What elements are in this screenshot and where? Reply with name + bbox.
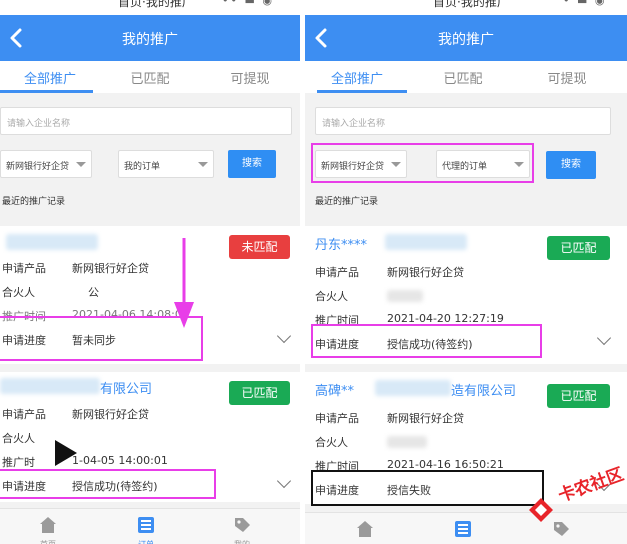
annotation-box — [311, 143, 534, 183]
status-dots: • ▬ ◉ — [563, 0, 607, 7]
row-label: 合火人 — [315, 290, 348, 303]
tab-matched[interactable]: 已匹配 — [413, 68, 513, 87]
company-name: 丹东**** — [315, 238, 368, 253]
row-value: 1-04-05 14:00:01 — [72, 454, 168, 467]
search-button[interactable]: 搜索 — [228, 150, 276, 178]
redacted-company-name — [0, 378, 100, 394]
chevron-down-icon — [76, 162, 86, 167]
tab-matched[interactable]: 已匹配 — [100, 68, 200, 87]
annotation-arrow-icon — [174, 238, 194, 328]
status-title: 首页·我的推广 — [433, 0, 509, 9]
active-tab-indicator — [317, 90, 407, 93]
chevron-down-icon[interactable] — [596, 330, 612, 346]
nav-label-home: 首页 — [40, 539, 56, 544]
tag-icon[interactable] — [232, 515, 252, 535]
orders-icon[interactable] — [136, 515, 156, 535]
company-search-input[interactable]: 请输入企业名称 — [0, 107, 292, 135]
nav-label-mine: 我的 — [234, 539, 250, 544]
home-icon[interactable] — [355, 519, 375, 539]
home-icon[interactable] — [38, 515, 58, 535]
tab-withdrawable[interactable]: 可提现 — [200, 68, 300, 87]
watermark-logo-icon — [529, 498, 553, 522]
recent-records-label: 最近的推广记录 — [315, 197, 379, 207]
bottom-nav: 首页 订单 我的 — [0, 508, 300, 544]
order-select[interactable]: 我的订单 — [118, 150, 214, 178]
status-badge: 未匹配 — [229, 235, 290, 259]
nav-label-orders: 订单 — [138, 539, 154, 544]
status-bar: 首页·我的推广 •• ▬ ◉ — [0, 0, 300, 15]
row-value: 新网银行好企贷 — [72, 262, 149, 275]
annotation-box — [311, 470, 544, 506]
row-label: 申请产品 — [2, 408, 46, 421]
company-name-suffix: 造有限公司 — [451, 384, 517, 399]
redacted-partner — [387, 436, 427, 448]
tab-all[interactable]: 全部推广 — [307, 68, 407, 87]
row-label: 申请产品 — [315, 412, 359, 425]
row-label: 推广时 — [2, 456, 35, 469]
orders-icon[interactable] — [453, 519, 473, 539]
status-title: 首页·我的推广 — [118, 0, 194, 9]
row-value: 新网银行好企贷 — [387, 266, 464, 279]
company-name: 高碑** — [315, 384, 355, 399]
status-bar: 首页·我的推广 • ▬ ◉ — [305, 0, 627, 15]
chevron-down-icon — [198, 162, 208, 167]
row-label: 合火人 — [315, 436, 348, 449]
row-label: 合火人 — [2, 286, 35, 299]
page-title: 我的推广 — [438, 32, 494, 48]
company-search-input[interactable]: 请输入企业名称 — [315, 107, 611, 135]
redacted-company-name — [385, 234, 467, 250]
row-value: 新网银行好企贷 — [387, 412, 464, 425]
search-button[interactable]: 搜索 — [546, 151, 596, 179]
active-tab-indicator — [0, 90, 93, 93]
row-label: 申请产品 — [2, 262, 46, 275]
video-play-icon[interactable] — [55, 440, 77, 466]
tab-withdrawable[interactable]: 可提现 — [517, 68, 617, 87]
redacted-partner — [387, 290, 423, 302]
status-dots: •• ▬ ◉ — [222, 0, 274, 7]
row-value: 公 — [88, 286, 99, 299]
redacted-company-name — [375, 380, 451, 396]
order-select-value: 我的订单 — [124, 162, 161, 172]
nav-bar: 我的推广 — [0, 15, 300, 61]
status-badge: 已匹配 — [229, 381, 290, 405]
status-badge: 已匹配 — [547, 236, 610, 260]
page-title: 我的推广 — [122, 32, 178, 48]
watermark-logo: 卡农社区 — [528, 464, 626, 527]
tab-bar: 全部推广 已匹配 可提现 — [0, 61, 300, 93]
company-name: 有限公司 — [100, 382, 153, 397]
right-screenshot: 首页·我的推广 • ▬ ◉ 我的推广 全部推广 已匹配 可提现 请输入企业名称 … — [305, 0, 627, 544]
status-badge: 已匹配 — [547, 384, 610, 408]
nav-bar: 我的推广 — [305, 15, 627, 61]
tab-bar: 全部推广 已匹配 可提现 — [305, 61, 627, 93]
recent-records-label: 最近的推广记录 — [2, 197, 66, 207]
left-screenshot: 首页·我的推广 •• ▬ ◉ 我的推广 全部推广 已匹配 可提现 请输入企业名称… — [0, 0, 300, 544]
annotation-box — [311, 324, 542, 358]
redacted-company-name — [6, 234, 98, 250]
chevron-down-icon[interactable] — [276, 328, 292, 344]
row-value: 新网银行好企贷 — [72, 408, 149, 421]
row-label: 申请产品 — [315, 266, 359, 279]
row-label: 合火人 — [2, 432, 35, 445]
tab-all[interactable]: 全部推广 — [0, 68, 100, 87]
product-select-value: 新网银行好企贷 — [6, 162, 70, 172]
chevron-down-icon[interactable] — [276, 473, 292, 489]
product-select[interactable]: 新网银行好企贷 — [0, 150, 92, 178]
annotation-box — [0, 469, 216, 499]
